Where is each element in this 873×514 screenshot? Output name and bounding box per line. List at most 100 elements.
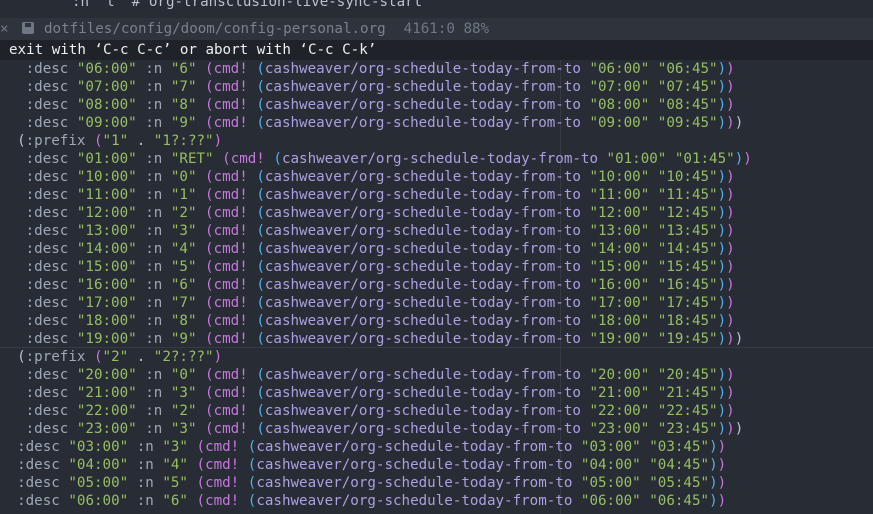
paren: ( [205,205,214,221]
code-line[interactable]: :desc "06:00" :n "6" (cmd! (cashweaver/o… [0,60,873,78]
n-keyword: :n [145,151,163,167]
code-line[interactable]: :desc "08:00" :n "8" (cmd! (cashweaver/o… [0,96,873,114]
paren: ) [717,277,727,293]
code-line-prefix[interactable]: (:prefix ("2" . "2?:??") [0,348,873,366]
code-line-prefix[interactable]: (:prefix ("1" . "1?:??") [0,132,873,150]
key-value: "4" [162,457,188,473]
code-line[interactable]: :desc "15:00" :n "5" (cmd! (cashweaver/o… [0,258,873,276]
prefix-label: "2?:??" [153,349,214,365]
paren: ) [726,97,735,113]
paren: ( [256,79,265,95]
function-name: cashweaver/org-schedule-today-from-to [256,439,573,455]
to-time: "23:45" [657,421,718,437]
paren: ( [205,259,214,275]
paren: ) [726,61,735,77]
code-line[interactable]: :desc "06:00" :n "6" (cmd! (cashweaver/o… [0,492,873,510]
paren: ( [256,241,265,257]
desc-keyword: :desc [25,169,69,185]
key-value: "8" [170,313,197,329]
paren: ) [709,457,718,473]
desc-keyword: :desc [25,259,69,275]
paren: ) [213,349,223,365]
desc-keyword: :desc [25,367,69,383]
paren: ) [717,223,727,239]
code-line[interactable]: :desc "16:00" :n "6" (cmd! (cashweaver/o… [0,276,873,294]
to-time: "12:45" [657,205,718,221]
desc-keyword: :desc [17,493,60,509]
cmd-macro: cmd! [213,385,248,401]
code-line[interactable]: :desc "07:00" :n "7" (cmd! (cashweaver/o… [0,78,873,96]
code-line[interactable]: :desc "12:00" :n "2" (cmd! (cashweaver/o… [0,204,873,222]
code-line[interactable]: :desc "20:00" :n "0" (cmd! (cashweaver/o… [0,366,873,384]
desc-value: "15:00" [76,259,137,275]
paren: ( [205,241,214,257]
n-keyword: :n [145,295,163,311]
from-time: "16:00" [589,277,650,293]
code-line[interactable]: :desc "03:00" :n "3" (cmd! (cashweaver/o… [0,438,873,456]
code-line[interactable]: :desc "10:00" :n "0" (cmd! (cashweaver/o… [0,168,873,186]
function-name: cashweaver/org-schedule-today-from-to [264,79,581,95]
desc-value: "13:00" [76,223,137,239]
from-time: "22:00" [589,403,650,419]
code-line[interactable]: :desc "17:00" :n "7" (cmd! (cashweaver/o… [0,294,873,312]
n-keyword: :n [145,97,163,113]
paren: ) [717,79,727,95]
code-line[interactable]: :desc "22:00" :n "2" (cmd! (cashweaver/o… [0,402,873,420]
cmd-macro: cmd! [213,277,248,293]
code-line[interactable]: :desc "04:00" :n "4" (cmd! (cashweaver/o… [0,456,873,474]
n-keyword: :n [145,79,163,95]
dot: . [128,349,154,365]
dot: . [128,133,154,149]
paren: ) [726,187,735,203]
function-name: cashweaver/org-schedule-today-from-to [264,277,581,293]
code-line[interactable]: :desc "13:00" :n "3" (cmd! (cashweaver/o… [0,222,873,240]
close-icon[interactable]: × [0,18,9,40]
n-keyword: :n [145,169,163,185]
function-name: cashweaver/org-schedule-today-from-to [264,313,581,329]
code-line[interactable]: :desc "23:00" :n "3" (cmd! (cashweaver/o… [0,420,873,438]
to-time: "05:45" [649,475,710,491]
paren: ( [222,151,231,167]
code-line[interactable]: :desc "14:00" :n "4" (cmd! (cashweaver/o… [0,240,873,258]
to-time: "04:45" [649,457,710,473]
paren: ) [726,259,735,275]
to-time: "10:45" [657,169,718,185]
paren: ( [256,277,265,293]
code-line[interactable]: :desc "05:00" :n "5" (cmd! (cashweaver/o… [0,474,873,492]
to-time: "01:45" [674,151,735,167]
n-keyword: :n [145,331,163,347]
code-line[interactable]: :desc "01:00" :n "RET" (cmd! (cashweaver… [0,150,873,168]
paren: ( [256,295,265,311]
code-line[interactable]: :desc "11:00" :n "1" (cmd! (cashweaver/o… [0,186,873,204]
key-value: "7" [170,295,197,311]
paren: ( [205,61,214,77]
function-name: cashweaver/org-schedule-today-from-to [264,61,581,77]
code-line[interactable]: :desc "21:00" :n "3" (cmd! (cashweaver/o… [0,384,873,402]
from-time: "19:00" [589,331,650,347]
code-line[interactable]: :desc "09:00" :n "9" (cmd! (cashweaver/o… [0,114,873,132]
code-line[interactable]: :desc "18:00" :n "8" (cmd! (cashweaver/o… [0,312,873,330]
paren: ) [726,421,735,437]
code-line[interactable]: :desc "19:00" :n "9" (cmd! (cashweaver/o… [0,330,873,348]
